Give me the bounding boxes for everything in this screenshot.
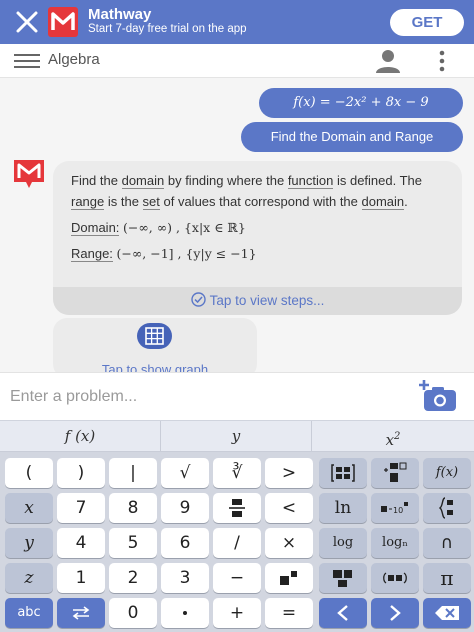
answer-explanation: Find the domain by finding where the fun… bbox=[71, 173, 423, 210]
graph-card[interactable]: Tap to show graph bbox=[53, 318, 257, 372]
key-1[interactable]: 1 bbox=[57, 563, 105, 593]
key-subscript-template[interactable] bbox=[319, 563, 367, 593]
scientific-notation-icon: 10 bbox=[381, 502, 408, 515]
user-account-icon[interactable] bbox=[374, 49, 402, 73]
key-function[interactable]: f(x) bbox=[423, 458, 471, 488]
user-message-function: f(x) = −2x² + 8x − 9 bbox=[259, 88, 463, 118]
chevron-right-icon bbox=[390, 605, 401, 621]
tab-y[interactable]: y bbox=[161, 421, 312, 452]
link-range[interactable]: range bbox=[71, 194, 105, 210]
key-fraction[interactable] bbox=[213, 493, 261, 523]
problem-input-row bbox=[0, 372, 474, 420]
system-brace-icon bbox=[439, 497, 453, 519]
link-function[interactable]: function bbox=[287, 173, 334, 189]
tab-function[interactable]: f (x) bbox=[0, 421, 161, 452]
subscript-template-icon bbox=[333, 570, 352, 587]
link-domain-2[interactable]: domain bbox=[361, 194, 405, 210]
link-domain[interactable]: domain bbox=[121, 173, 165, 189]
key-swap[interactable] bbox=[57, 598, 105, 628]
hamburger-menu-icon[interactable] bbox=[14, 53, 40, 69]
app-name: Mathway bbox=[88, 6, 152, 23]
answer-card: Find the domain by finding where the fun… bbox=[53, 161, 462, 315]
swap-arrows-icon bbox=[72, 606, 90, 620]
problem-input[interactable] bbox=[10, 383, 400, 411]
key-pi[interactable]: π bbox=[423, 563, 471, 593]
key-nth-root[interactable]: ∛ bbox=[213, 458, 261, 488]
key-sqrt[interactable]: √ bbox=[161, 458, 209, 488]
key-plus[interactable]: + bbox=[213, 598, 261, 628]
mathway-bot-icon bbox=[14, 160, 44, 188]
function-tab-row: f (x) y x2 bbox=[0, 420, 474, 452]
graph-grid-icon bbox=[137, 323, 172, 349]
key-ln[interactable]: ln bbox=[319, 493, 367, 523]
key-3[interactable]: 3 bbox=[161, 563, 209, 593]
key-z[interactable]: z bbox=[5, 563, 53, 593]
user-message-request: Find the Domain and Range bbox=[241, 122, 463, 152]
add-camera-icon[interactable] bbox=[418, 379, 458, 413]
chevron-left-icon bbox=[337, 605, 348, 621]
key-decimal[interactable] bbox=[161, 598, 209, 628]
key-exponent[interactable] bbox=[265, 563, 313, 593]
show-graph-label[interactable]: Tap to show graph bbox=[53, 362, 257, 372]
key-less-than[interactable]: < bbox=[265, 493, 313, 523]
range-result: Range: (−∞, −1] , {y|y ≤ −1} bbox=[71, 246, 257, 262]
page-title[interactable]: Algebra bbox=[48, 51, 100, 68]
key-log-base[interactable]: logₙ bbox=[371, 528, 419, 558]
key-9[interactable]: 9 bbox=[161, 493, 209, 523]
domain-result: Domain: (−∞, ∞) , {x|x ∈ ℝ} bbox=[71, 220, 246, 236]
key-6[interactable]: 6 bbox=[161, 528, 209, 558]
exponent-icon bbox=[280, 571, 297, 585]
key-open-paren[interactable]: ( bbox=[5, 458, 53, 488]
key-4[interactable]: 4 bbox=[57, 528, 105, 558]
key-close-paren[interactable]: ) bbox=[57, 458, 105, 488]
key-divide[interactable]: / bbox=[213, 528, 261, 558]
view-steps-button[interactable]: Tap to view steps... bbox=[53, 287, 462, 315]
app-subtitle: Start 7-day free trial on the app bbox=[88, 23, 247, 35]
decimal-point-icon bbox=[183, 611, 187, 615]
key-absolute[interactable]: | bbox=[109, 458, 157, 488]
math-keyboard: ( ) | √ ∛ > f(x) x 7 8 9 < ln 10 y 4 5 6… bbox=[0, 452, 474, 632]
key-x[interactable]: x bbox=[5, 493, 53, 523]
tab-x-squared[interactable]: x2 bbox=[312, 421, 474, 452]
key-greater-than[interactable]: > bbox=[265, 458, 313, 488]
key-7[interactable]: 7 bbox=[57, 493, 105, 523]
key-multiply[interactable]: × bbox=[265, 528, 313, 558]
key-abc-keyboard[interactable]: abc bbox=[5, 598, 53, 628]
key-cursor-right[interactable] bbox=[371, 598, 419, 628]
get-app-button[interactable]: GET bbox=[390, 9, 464, 36]
key-integral-template[interactable] bbox=[371, 458, 419, 488]
check-circle-icon bbox=[190, 292, 206, 307]
key-minus[interactable]: − bbox=[213, 563, 261, 593]
chat-area[interactable]: f(x) = −2x² + 8x − 9 Find the Domain and… bbox=[0, 78, 474, 372]
interval-icon bbox=[383, 572, 407, 584]
key-intersection[interactable]: ∩ bbox=[423, 528, 471, 558]
key-2[interactable]: 2 bbox=[109, 563, 157, 593]
promo-banner: Mathway Start 7-day free trial on the ap… bbox=[0, 0, 474, 44]
backspace-icon bbox=[435, 606, 459, 620]
key-0[interactable]: 0 bbox=[109, 598, 157, 628]
definite-template-icon bbox=[384, 462, 407, 482]
mathway-logo bbox=[48, 7, 78, 37]
key-y[interactable]: y bbox=[5, 528, 53, 558]
key-log[interactable]: log bbox=[319, 528, 367, 558]
key-5[interactable]: 5 bbox=[109, 528, 157, 558]
app-header: Algebra bbox=[0, 44, 474, 78]
close-icon[interactable] bbox=[14, 9, 40, 35]
matrix-icon bbox=[331, 464, 355, 482]
key-backspace[interactable] bbox=[423, 598, 471, 628]
key-interval[interactable] bbox=[371, 563, 419, 593]
key-cursor-left[interactable] bbox=[319, 598, 367, 628]
key-system[interactable] bbox=[423, 493, 471, 523]
key-scientific-notation[interactable]: 10 bbox=[371, 493, 419, 523]
key-equals[interactable]: = bbox=[265, 598, 313, 628]
svg-text:10: 10 bbox=[393, 506, 403, 515]
link-set[interactable]: set bbox=[142, 194, 160, 210]
key-8[interactable]: 8 bbox=[109, 493, 157, 523]
fraction-icon bbox=[229, 499, 245, 517]
more-options-icon[interactable] bbox=[434, 49, 450, 73]
key-matrix[interactable] bbox=[319, 458, 367, 488]
